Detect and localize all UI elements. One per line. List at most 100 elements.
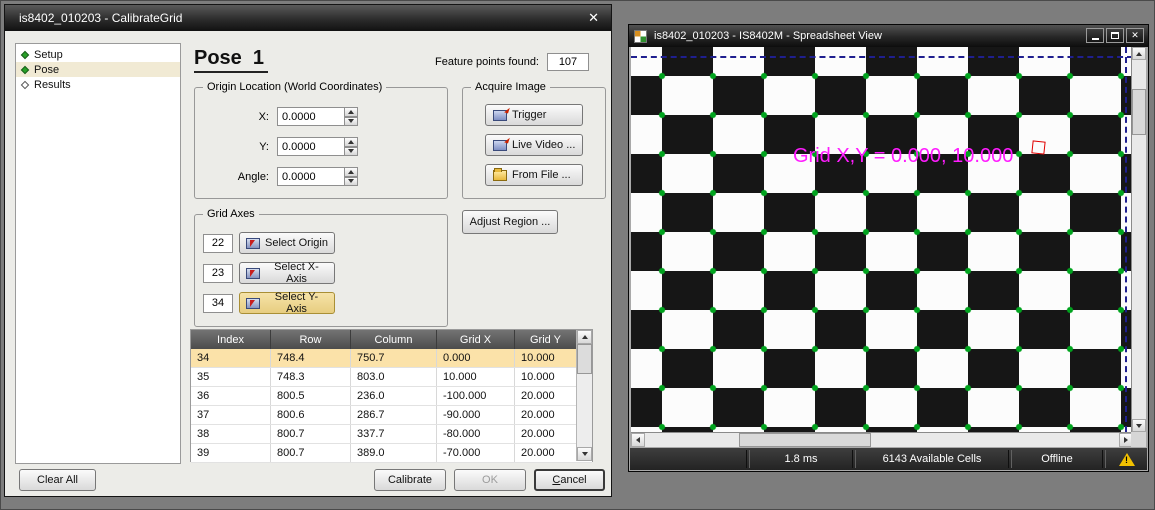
arrow-down-icon — [348, 179, 354, 183]
maximize-button[interactable] — [1106, 28, 1124, 43]
sidebar-item-results[interactable]: Results — [16, 77, 180, 92]
arrow-down-icon — [348, 149, 354, 153]
arrow-up-icon — [348, 110, 354, 114]
cell-index: 37 — [191, 406, 271, 424]
close-icon[interactable]: ✕ — [588, 10, 599, 26]
feature-points-value: 107 — [547, 53, 589, 71]
folder-icon — [493, 170, 507, 181]
table-scrollbar[interactable] — [576, 330, 592, 461]
window-controls: ✕ — [1086, 28, 1144, 43]
spinner-down-button[interactable] — [345, 117, 358, 127]
status-divider — [1102, 450, 1106, 468]
minimize-button[interactable] — [1086, 28, 1104, 43]
origin-axis-row: 22 Select Origin — [203, 232, 335, 254]
status-connection: Offline — [1013, 448, 1101, 470]
acquire-image-group: Acquire Image Trigger Live Video ... Fro… — [462, 87, 606, 199]
clear-all-button[interactable]: Clear All — [19, 469, 96, 491]
table-row[interactable]: 35 748.3 803.0 10.000 10.000 — [191, 368, 592, 387]
calibrate-button[interactable]: Calibrate — [374, 469, 446, 491]
status-time: 1.8 ms — [751, 448, 851, 470]
sidebar-item-setup[interactable]: Setup — [16, 47, 180, 62]
select-origin-button[interactable]: Select Origin — [239, 232, 335, 254]
angle-field-row: Angle: 0.0000 — [207, 167, 358, 186]
window-title: is8402_010203 - CalibrateGrid — [19, 11, 182, 25]
minimize-icon — [1092, 38, 1099, 40]
ok-button[interactable]: OK — [454, 469, 526, 491]
close-button[interactable]: ✕ — [1126, 28, 1144, 43]
table-row[interactable]: 36 800.5 236.0 -100.000 20.000 — [191, 387, 592, 406]
arrow-up-icon — [348, 140, 354, 144]
y-input[interactable]: 0.0000 — [277, 137, 345, 156]
horizontal-scrollbar[interactable] — [631, 432, 1133, 447]
hollow-diamond-icon — [21, 80, 29, 88]
cell-row: 800.5 — [271, 387, 351, 405]
scroll-down-button[interactable] — [577, 447, 592, 461]
arrow-up-icon — [582, 335, 588, 339]
scrollbar-thumb[interactable] — [739, 433, 871, 447]
arrow-up-icon — [1136, 52, 1142, 56]
pointer-icon — [246, 238, 260, 249]
arrow-right-icon — [1124, 437, 1128, 443]
calibrategrid-body: Setup Pose Results Pose 1 Feature points… — [5, 31, 611, 496]
spinner-up-button[interactable] — [345, 107, 358, 117]
x-input[interactable]: 0.0000 — [277, 107, 345, 126]
button-label: Trigger — [512, 109, 546, 121]
status-bar: 1.8 ms 6143 Available Cells Offline ! — [630, 448, 1147, 470]
table-row[interactable]: 37 800.6 286.7 -90.000 20.000 — [191, 406, 592, 425]
scroll-up-button[interactable] — [1132, 47, 1146, 60]
spreadsheet-titlebar[interactable]: is8402_010203 - IS8402M - Spreadsheet Vi… — [629, 25, 1148, 47]
angle-stepper — [345, 167, 358, 186]
table-header: Index Row Column Grid X Grid Y — [191, 330, 592, 349]
spinner-down-button[interactable] — [345, 177, 358, 187]
origin-index-input[interactable]: 22 — [203, 234, 233, 253]
spinner-up-button[interactable] — [345, 137, 358, 147]
x-value: 0.0000 — [278, 111, 316, 123]
x-axis-index-input[interactable]: 23 — [203, 264, 233, 283]
cell-column: 337.7 — [351, 425, 437, 443]
y-axis-index-input[interactable]: 34 — [203, 294, 233, 313]
select-x-axis-button[interactable]: Select X-Axis — [239, 262, 335, 284]
group-title: Acquire Image — [471, 81, 550, 93]
from-file-button[interactable]: From File ... — [485, 164, 583, 186]
status-spacer — [630, 448, 745, 470]
calibrategrid-titlebar[interactable]: is8402_010203 - CalibrateGrid ✕ — [5, 5, 611, 31]
cell-grid-x: -80.000 — [437, 425, 515, 443]
scroll-up-button[interactable] — [577, 330, 592, 344]
column-header: Grid X — [437, 330, 515, 349]
angle-input[interactable]: 0.0000 — [277, 167, 345, 186]
sidebar-item-pose[interactable]: Pose — [16, 62, 180, 77]
table-row[interactable]: 34 748.4 750.7 0.000 10.000 — [191, 349, 592, 368]
spinner-down-button[interactable] — [345, 147, 358, 157]
window-title: is8402_010203 - IS8402M - Spreadsheet Vi… — [654, 30, 882, 42]
status-divider — [852, 450, 856, 468]
angle-label: Angle: — [207, 171, 269, 183]
adjust-region-button[interactable]: Adjust Region ... — [462, 210, 558, 234]
scroll-down-button[interactable] — [1132, 419, 1146, 432]
pointer-icon — [246, 268, 260, 279]
warning-icon: ! — [1119, 453, 1135, 466]
dashed-line-horizontal — [631, 56, 1133, 58]
table-row[interactable]: 39 800.7 389.0 -70.000 20.000 — [191, 444, 592, 463]
cell-row: 800.6 — [271, 406, 351, 424]
table-row[interactable]: 38 800.7 337.7 -80.000 20.000 — [191, 425, 592, 444]
vertical-scrollbar[interactable] — [1131, 47, 1146, 432]
select-y-axis-button[interactable]: Select Y-Axis — [239, 292, 335, 314]
scroll-left-button[interactable] — [631, 433, 645, 447]
cell-grid-y: 20.000 — [515, 406, 576, 424]
spinner-up-button[interactable] — [345, 167, 358, 177]
arrow-down-icon — [1136, 424, 1142, 428]
y-stepper — [345, 137, 358, 156]
cancel-button[interactable]: Cancel — [534, 469, 605, 491]
cancel-label-rest: ancel — [560, 474, 586, 486]
live-video-button[interactable]: Live Video ... — [485, 134, 583, 156]
status-warning[interactable]: ! — [1107, 448, 1147, 470]
feature-points: Feature points found: 107 — [435, 53, 589, 71]
scrollbar-thumb[interactable] — [577, 344, 592, 374]
origin-location-group: Origin Location (World Coordinates) X: 0… — [194, 87, 448, 199]
trigger-button[interactable]: Trigger — [485, 104, 583, 126]
cell-grid-x: 0.000 — [437, 349, 515, 367]
scrollbar-thumb[interactable] — [1132, 89, 1146, 135]
cell-index: 36 — [191, 387, 271, 405]
button-label: Select Origin — [265, 237, 328, 249]
calibration-grid-image[interactable]: Grid X,Y = 0.000, 10.000 — [631, 47, 1133, 432]
